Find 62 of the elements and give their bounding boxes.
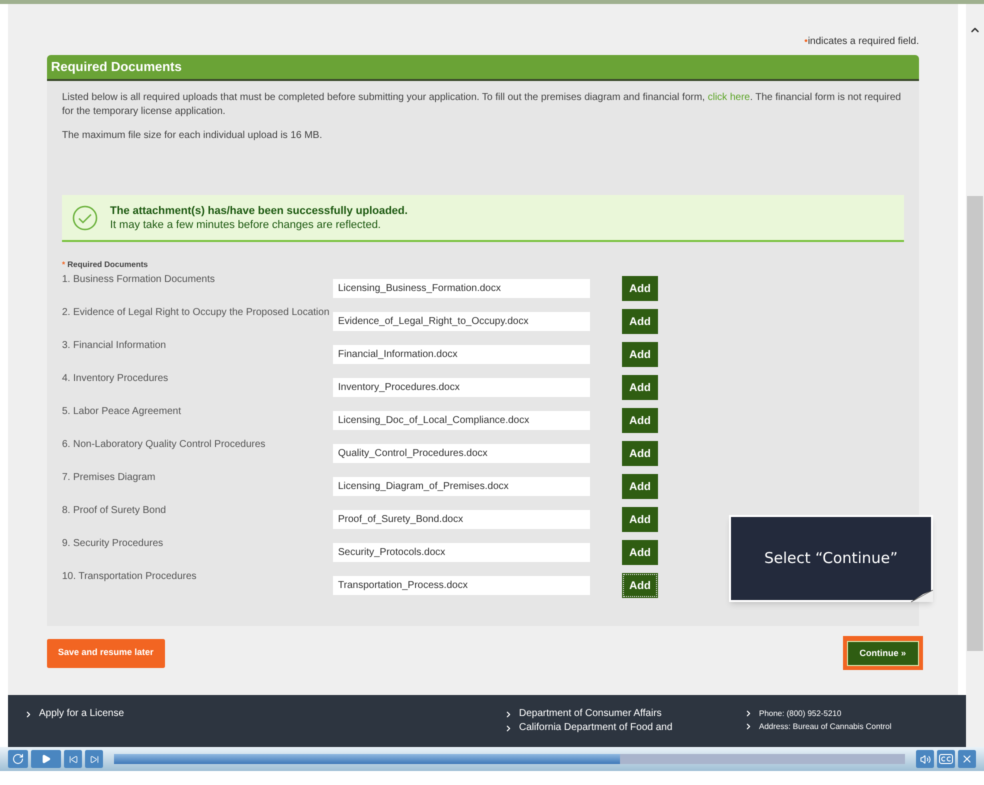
add-button[interactable]: Add [622, 507, 658, 532]
file-name-field: Transportation_Process.docx [333, 576, 590, 595]
skip-forward-icon [90, 754, 98, 764]
document-label: 6. Non-Laboratory Quality Control Procedures [62, 438, 266, 452]
add-button[interactable]: Add [622, 408, 658, 433]
chevron-icon [24, 710, 33, 718]
file-name-field: Licensing_Doc_of_Local_Compliance.docx [333, 411, 590, 430]
replay-icon [12, 753, 24, 765]
file-name-field: Proof_of_Surety_Bond.docx [333, 510, 590, 529]
document-label: 3. Financial Information [62, 339, 167, 353]
add-button[interactable]: Add [622, 375, 658, 400]
list-label: * Required Documents [62, 259, 149, 271]
add-button[interactable]: Add [622, 540, 658, 565]
close-icon [961, 753, 973, 765]
continue-button[interactable]: Continue » [846, 641, 919, 666]
document-label: 2. Evidence of Legal Right to Occupy the Proposed Location [62, 306, 330, 320]
add-button[interactable]: Add [622, 441, 658, 466]
footer-link[interactable]: California Department of Food and [519, 721, 672, 735]
document-label: 1. Business Formation Documents [62, 273, 216, 287]
file-name-field: Licensing_Business_Formation.docx [333, 279, 590, 298]
add-button[interactable]: Add [622, 573, 658, 598]
progress-track[interactable] [114, 754, 905, 764]
footer-link[interactable]: Address: Bureau of Cannabis Control [759, 720, 892, 733]
document-label: 8. Proof of Surety Bond [62, 504, 167, 518]
speaker-icon [920, 754, 930, 764]
document-label: 4. Inventory Procedures [62, 372, 170, 386]
file-name-field: Inventory_Procedures.docx [333, 378, 590, 397]
alert-title: The attachment(s) has/have been successfully uploaded. [110, 204, 408, 218]
file-name-field: Licensing_Diagram_of_Premises.docx [333, 477, 590, 496]
add-button[interactable]: Add [622, 342, 658, 367]
alert-message: It may take a few minutes before changes are reflected. [110, 218, 382, 232]
footer-link[interactable]: Department of Consumer Affairs [519, 707, 662, 721]
check-circle-icon [72, 204, 98, 230]
intro-paragraph: Listed below is all required uploads that must be completed before submitting your application. To fill out the premises diagram and financial form, click here. The financial form is not required for the temporary license application. [62, 91, 902, 119]
add-button[interactable]: Add [622, 309, 658, 334]
file-name-field: Evidence_of_Legal_Right_to_Occupy.docx [333, 312, 590, 331]
footer-link[interactable]: Phone: (800) 952-5210 [759, 707, 842, 720]
file-name-field: Quality_Control_Procedures.docx [333, 444, 590, 463]
document-label: 9. Security Procedures [62, 537, 164, 551]
play-button[interactable] [31, 750, 61, 768]
required-field-note: •indicates a required field. [804, 35, 919, 49]
captions-button[interactable] [937, 750, 955, 768]
document-label: 10. Transportation Procedures [62, 570, 198, 584]
add-button[interactable]: Add [622, 276, 658, 301]
volume-button[interactable] [916, 750, 934, 768]
replay-button[interactable] [8, 750, 28, 768]
document-label: 5. Labor Peace Agreement [62, 405, 182, 419]
cc-icon [939, 754, 953, 764]
skip-back-icon [68, 754, 78, 764]
file-name-field: Financial_Information.docx [333, 345, 590, 364]
footer-link[interactable]: Apply for a License [39, 707, 124, 721]
add-button[interactable]: Add [622, 474, 658, 499]
instruction-callout: Select “Continue” [729, 515, 933, 602]
document-label: 7. Premises Diagram [62, 471, 156, 485]
scrollbar[interactable] [966, 4, 984, 747]
file-name-field: Security_Protocols.docx [333, 543, 590, 562]
previous-button[interactable] [64, 750, 82, 768]
play-icon [41, 754, 51, 764]
panel-header: Required Documents [47, 55, 919, 81]
max-size-note: The maximum file size for each individual upload is 16 MB. [62, 129, 324, 143]
next-button[interactable] [85, 750, 103, 768]
close-button[interactable] [958, 750, 976, 768]
